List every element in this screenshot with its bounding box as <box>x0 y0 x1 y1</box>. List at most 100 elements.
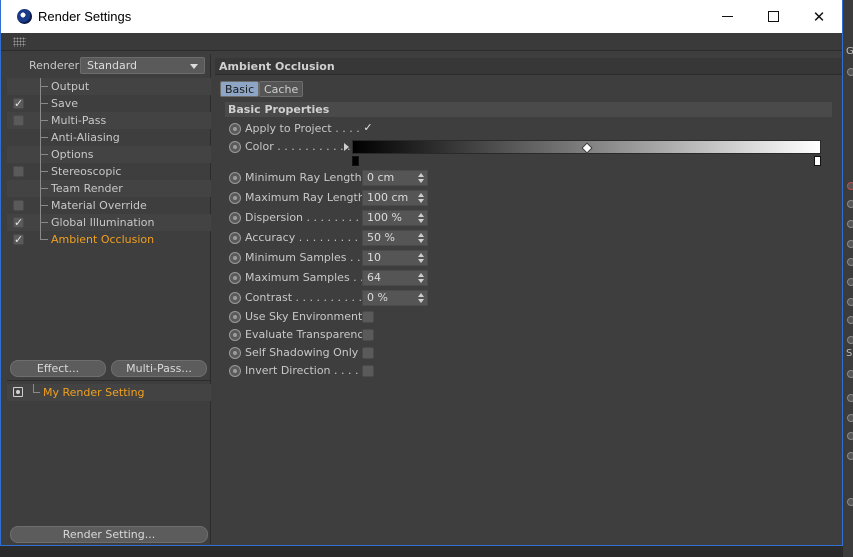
invert-direction-checkbox[interactable] <box>362 365 374 377</box>
tree-checkbox[interactable] <box>13 200 24 211</box>
radio-icon[interactable] <box>229 212 241 224</box>
spinner-icon[interactable] <box>418 213 424 223</box>
window-title: Render Settings <box>38 9 132 24</box>
tree-item-options[interactable]: Options <box>7 146 211 163</box>
tree-item-ambient-occlusion[interactable]: ✓ Ambient Occlusion <box>7 231 211 248</box>
tree-checkbox[interactable]: ✓ <box>13 234 24 245</box>
radio-icon[interactable] <box>229 365 241 377</box>
tree-checkbox <box>13 132 24 143</box>
dropdown-caret-icon <box>190 64 198 69</box>
contrast-field[interactable]: 0 % <box>362 290 428 306</box>
background-app-strip: G S <box>843 0 853 557</box>
maximize-button[interactable] <box>750 0 796 33</box>
radio-icon[interactable] <box>229 252 241 264</box>
tree-item-team-render[interactable]: Team Render <box>7 180 211 197</box>
effect-button[interactable]: Effect... <box>10 360 106 377</box>
tree-branch <box>40 205 48 206</box>
grip-icon[interactable] <box>13 37 26 47</box>
tab-basic[interactable]: Basic <box>220 81 260 97</box>
color-gradient[interactable] <box>344 140 833 170</box>
tree-item-label: Global Illumination <box>51 216 155 229</box>
bg-radio <box>847 394 853 402</box>
tree-item-stereoscopic[interactable]: Stereoscopic <box>7 163 211 180</box>
param-minimum-ray-length: Minimum Ray Length 0 cm <box>225 169 832 187</box>
radio-icon[interactable] <box>229 232 241 244</box>
spinner-icon[interactable] <box>418 293 424 303</box>
self-shadowing-only-checkbox[interactable] <box>362 347 374 359</box>
radio-icon[interactable] <box>229 141 241 153</box>
accuracy-field[interactable]: 50 % <box>362 230 428 246</box>
tree-item-material-override[interactable]: Material Override <box>7 197 211 214</box>
spinner-icon[interactable] <box>418 273 424 283</box>
bg-radio <box>847 316 853 324</box>
param-evaluate-transparency: Evaluate Transparency <box>225 326 832 344</box>
spinner-icon[interactable] <box>418 193 424 203</box>
bg-radio <box>847 68 853 76</box>
tree-checkbox[interactable] <box>13 166 24 177</box>
spinner-icon[interactable] <box>418 173 424 183</box>
tree-item-output[interactable]: Output <box>7 78 211 95</box>
title-bar[interactable]: Render Settings ✕ <box>1 0 842 33</box>
gradient-stop-white[interactable] <box>814 156 821 166</box>
tree-item-label: Save <box>51 97 79 110</box>
param-accuracy: Accuracy . . . . . . . . . . . 50 % <box>225 229 832 247</box>
use-sky-environment-checkbox[interactable] <box>362 311 374 323</box>
gradient-stop-black[interactable] <box>352 156 359 166</box>
param-label: Minimum Samples . . <box>245 251 361 264</box>
tree-checkbox[interactable]: ✓ <box>13 217 24 228</box>
divider <box>7 380 211 381</box>
toolbar <box>1 33 842 51</box>
tree-item-global-illumination[interactable]: ✓ Global Illumination <box>7 214 211 231</box>
tree-branch <box>40 171 48 172</box>
radio-icon[interactable] <box>229 292 241 304</box>
tree-checkbox <box>13 183 24 194</box>
param-label: Contrast . . . . . . . . . . . <box>245 291 369 304</box>
tree-branch <box>40 188 48 189</box>
radio-icon[interactable] <box>229 192 241 204</box>
radio-icon[interactable] <box>229 347 241 359</box>
radio-icon[interactable] <box>229 272 241 284</box>
minimum-ray-length-field[interactable]: 0 cm <box>362 170 428 186</box>
tree-item-label: Anti-Aliasing <box>51 131 120 144</box>
spinner-icon[interactable] <box>418 253 424 263</box>
evaluate-transparency-checkbox[interactable] <box>362 329 374 341</box>
tree-item-label: Multi-Pass <box>51 114 107 127</box>
minimize-button[interactable] <box>704 0 750 33</box>
tree-checkbox[interactable]: ✓ <box>13 98 24 109</box>
maximum-samples-field[interactable]: 64 <box>362 270 428 286</box>
radio-icon[interactable] <box>229 311 241 323</box>
bg-radio <box>847 414 853 422</box>
param-label: Maximum Samples . . <box>245 271 364 284</box>
apply-to-project-checkbox[interactable]: ✓ <box>362 122 374 135</box>
tab-cache[interactable]: Cache <box>259 81 304 97</box>
tree-item-label: Output <box>51 80 90 93</box>
tree-branch <box>40 137 48 138</box>
tree-branch <box>40 120 48 121</box>
tree-item-anti-aliasing[interactable]: Anti-Aliasing <box>7 129 211 146</box>
dispersion-field[interactable]: 100 % <box>362 210 428 226</box>
gradient-arrow-icon[interactable] <box>344 143 349 151</box>
maximum-ray-length-field[interactable]: 100 cm <box>362 190 428 206</box>
tree-item-save[interactable]: ✓ Save <box>7 95 211 112</box>
bg-radio <box>847 182 853 190</box>
tree-checkbox[interactable] <box>13 115 24 126</box>
radio-icon[interactable] <box>229 172 241 184</box>
tree-item-label: Options <box>51 148 94 161</box>
minimum-samples-field[interactable]: 10 <box>362 250 428 266</box>
tree-checkbox <box>13 81 24 92</box>
tree-item-multi-pass[interactable]: Multi-Pass <box>7 112 211 129</box>
radio-icon[interactable] <box>229 123 241 135</box>
spinner-icon[interactable] <box>418 233 424 243</box>
bg-radio <box>847 258 853 266</box>
render-setting-item[interactable]: My Render Setting <box>7 384 211 401</box>
field-value: 0 cm <box>367 171 395 184</box>
renderer-row: Renderer Standard <box>7 56 211 76</box>
param-contrast: Contrast . . . . . . . . . . . 0 % <box>225 289 832 307</box>
renderer-dropdown[interactable]: Standard <box>80 57 205 74</box>
radio-icon[interactable] <box>229 329 241 341</box>
close-button[interactable]: ✕ <box>796 0 842 33</box>
multi-pass-button[interactable]: Multi-Pass... <box>111 360 207 377</box>
bg-radio <box>847 278 853 286</box>
param-label: Invert Direction . . . . . <box>245 364 366 377</box>
render-setting-button[interactable]: Render Setting... <box>10 526 208 543</box>
